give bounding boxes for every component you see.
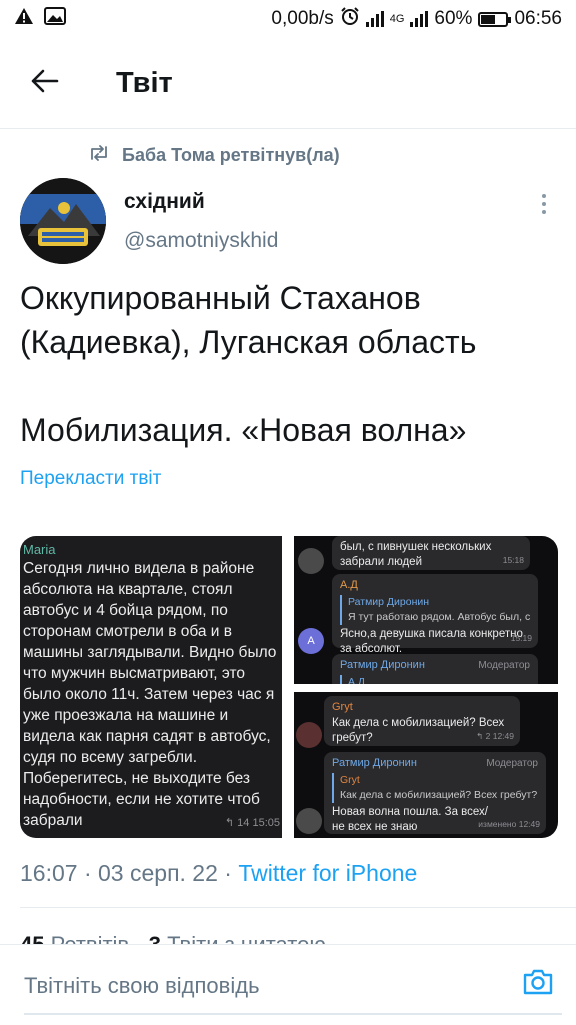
divider <box>20 907 576 908</box>
chat-message: Сегодня лично видела в районе абсолюта н… <box>23 560 277 829</box>
tweet-media-grid: Maria Сегодня лично видела в районе абсо… <box>20 536 558 838</box>
more-options-button[interactable] <box>530 190 558 218</box>
tweet-text-line: Мобилизация. «Новая волна» <box>20 412 467 448</box>
chat-quote: Ратмир Диронин Я тут работаю рядом. Авто… <box>340 595 530 625</box>
page-title: Твіт <box>116 66 173 99</box>
more-dot <box>542 194 546 198</box>
media-image-left[interactable]: Maria Сегодня лично видела в районе абсо… <box>20 536 282 838</box>
retweet-context[interactable]: Баба Тома ретвітнув(ла) <box>88 145 340 166</box>
quote-text: Как дела с мобилизацией? Всех гребут? <box>340 789 538 801</box>
retweeted-by-text: Баба Тома ретвітнув(ла) <box>122 145 340 165</box>
chat-sender-name-text: Ратмир Диронин <box>340 659 425 671</box>
chat-bubble: был, с пивнушек нескольких забрали людей… <box>332 536 530 570</box>
chat-bubble: Ратмир Диронин Модератор А.Д <box>332 654 538 684</box>
arrow-left-icon <box>31 69 59 98</box>
network-type: 4G <box>389 13 405 25</box>
status-bar: 0,00b/s 4G 60% 06:56 <box>0 0 576 38</box>
chat-time: 15:19 <box>510 633 532 643</box>
chat-sender-name-text: Ратмир Диронин <box>332 757 417 769</box>
chat-sender-name: Maria <box>23 542 56 557</box>
battery-icon <box>478 11 512 27</box>
chat-message-meta: ↰ 2 12:49 <box>476 731 514 741</box>
back-button[interactable] <box>20 58 70 108</box>
network-speed: 0,00b/s <box>271 8 334 29</box>
translate-tweet-link[interactable]: Перекласти твіт <box>20 468 161 490</box>
quote-author: Gryt <box>340 774 360 786</box>
author-handle[interactable]: @samotniyskhid <box>124 229 278 253</box>
media-image-top-right[interactable]: был, с пивнушек нескольких забрали людей… <box>294 536 558 684</box>
separator-dot: · <box>224 860 239 886</box>
chat-avatar <box>296 808 322 834</box>
reply-underline <box>24 1013 562 1015</box>
chat-sender-name: Gryt <box>332 701 353 713</box>
reply-input[interactable]: Твітніть свою відповідь <box>24 973 260 999</box>
chat-avatar <box>296 722 322 748</box>
tweet-time: 16:07 <box>20 860 78 886</box>
quote-text: Я тут работаю рядом. Автобус был, с п... <box>348 611 530 623</box>
chat-quote: Gryt Как дела с мобилизацией? Всех гребу… <box>332 773 538 803</box>
camera-button[interactable] <box>521 967 555 1001</box>
more-dot <box>542 210 546 214</box>
chat-message: Ясно,а девушка писала конкретно за абсол… <box>340 628 523 655</box>
chat-quote: А.Д <box>340 675 530 684</box>
retweets-count[interactable]: 45 <box>20 932 44 944</box>
chat-sender-name: А.Д <box>340 579 358 591</box>
signal-icon <box>410 11 429 27</box>
chat-bubble: А.Д Ратмир Диронин Я тут работаю рядом. … <box>332 574 538 655</box>
chat-time: изменено 12:49 <box>478 819 540 829</box>
quote-author: Ратмир Диронин <box>348 596 430 608</box>
alarm-icon <box>340 6 360 32</box>
retweet-icon <box>88 145 110 166</box>
chat-avatar <box>298 548 324 574</box>
chat-message: Новая волна пошла. За всех/не всех не зн… <box>332 806 488 833</box>
chat-avatar-letter: А <box>298 628 324 654</box>
reply-bar: Твітніть свою відповідь <box>0 944 576 1025</box>
chat-sender-name: Ратмир Диронин Модератор <box>340 658 530 673</box>
media-image-bottom-right[interactable]: Gryt Как дела с мобилизацией? Всех гребу… <box>294 692 558 838</box>
chat-message-meta: ↰ 14 15:05 <box>224 817 280 829</box>
quotes-count[interactable]: 3 <box>149 932 161 944</box>
retweets-label[interactable]: Ретвітів <box>51 932 130 944</box>
chat-bubble: Ратмир Диронин Модератор Gryt Как дела с … <box>324 752 546 834</box>
app-header: Твіт <box>0 38 576 129</box>
signal-icon <box>365 11 384 27</box>
chat-bubble: Gryt Как дела с мобилизацией? Всех гребу… <box>324 696 520 746</box>
warning-icon <box>14 7 34 31</box>
avatar[interactable] <box>20 178 106 264</box>
tweet-text-line: Оккупированный Стаханов (Кадиевка), Луга… <box>20 280 477 360</box>
image-icon <box>44 7 66 31</box>
tweet-timestamp: 16:07 · 03 серп. 22 · Twitter for iPhone <box>20 860 417 887</box>
separator-dot: · <box>135 932 148 944</box>
tweet-client-link[interactable]: Twitter for iPhone <box>238 860 417 886</box>
tweet-stats: 45 Ретвітів · 3 Твіти з цитатою <box>20 932 326 944</box>
clock: 06:56 <box>514 8 562 29</box>
tweet-text: Оккупированный Стаханов (Кадиевка), Луга… <box>20 276 560 452</box>
chat-message: был, с пивнушек нескольких забрали людей <box>340 541 492 568</box>
chat-time: 15:18 <box>502 555 524 565</box>
chat-role: Модератор <box>486 758 538 769</box>
quotes-label[interactable]: Твіти з цитатою <box>167 932 326 944</box>
more-dot <box>542 202 546 206</box>
camera-icon <box>522 968 554 1001</box>
chat-sender-name: Ратмир Диронин Модератор <box>332 756 538 771</box>
separator-dot: · <box>83 860 99 886</box>
author-name[interactable]: східний <box>124 190 205 214</box>
chat-role: Модератор <box>478 660 530 671</box>
tweet-date: 03 серп. 22 <box>98 860 218 886</box>
battery-fill <box>481 14 495 24</box>
battery-percent: 60% <box>434 8 473 29</box>
quote-author: А.Д <box>348 676 366 684</box>
